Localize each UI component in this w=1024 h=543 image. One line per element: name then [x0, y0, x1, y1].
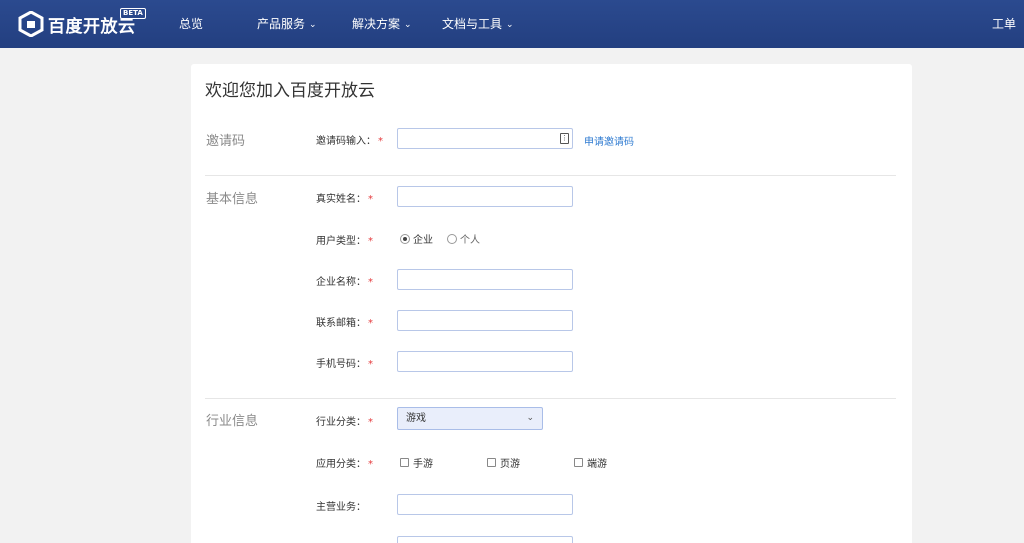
page-title: 欢迎您加入百度开放云 [205, 81, 375, 101]
required-mark: * [378, 136, 383, 147]
registration-card: 欢迎您加入百度开放云 邀请码 邀请码输入： * ⋮ 申请邀请码 基本信息 真实姓名… [191, 64, 912, 543]
logo-cube-icon [18, 11, 44, 37]
required-mark: * [368, 236, 373, 247]
section-industry-info: 行业信息 [206, 414, 259, 429]
radio-button[interactable] [400, 233, 410, 244]
user-type-personal-option[interactable]: 个人 [447, 231, 480, 246]
chevron-down-icon: ⌄ [526, 413, 534, 423]
user-type-enterprise-label: 企业 [413, 235, 433, 246]
nav-products[interactable]: 产品服务 ⌄ [257, 0, 317, 48]
company-name-input[interactable] [397, 269, 573, 290]
industry-selected-value: 游戏 [406, 413, 426, 424]
real-name-input[interactable] [397, 186, 573, 207]
company-name-label: 企业名称： * [316, 273, 373, 288]
industry-category-label-text: 行业分类： [316, 417, 366, 428]
app-category-client-game[interactable]: 端游 [574, 455, 607, 470]
user-type-enterprise-option[interactable]: 企业 [400, 231, 433, 246]
main-business-label: 主营业务： [316, 502, 366, 513]
required-mark: * [368, 359, 373, 370]
section-invite: 邀请码 [206, 134, 246, 149]
user-type-personal-label: 个人 [460, 235, 480, 246]
required-mark: * [368, 194, 373, 205]
nav-ticket[interactable]: 工单 [992, 0, 1016, 48]
required-mark: * [368, 417, 373, 428]
nav-products-label: 产品服务 [257, 17, 306, 31]
real-name-label: 真实姓名： * [316, 190, 373, 205]
app-category-mobile-game[interactable]: 手游 [400, 455, 433, 470]
required-mark: * [368, 459, 373, 470]
email-label: 联系邮箱： * [316, 314, 373, 329]
next-field-input[interactable] [397, 536, 573, 543]
company-name-label-text: 企业名称： [316, 277, 366, 288]
top-nav: 百度开放云 BETA 总览 产品服务 ⌄ 解决方案 ⌄ 文档与工具 ⌄ 工单 [0, 0, 1024, 48]
nav-docs-tools[interactable]: 文档与工具 ⌄ [442, 0, 514, 48]
radio-button[interactable] [447, 233, 457, 244]
phone-input[interactable] [397, 351, 573, 372]
app-category-web-game[interactable]: 页游 [487, 455, 520, 470]
nav-overview[interactable]: 总览 [179, 0, 203, 48]
email-input[interactable] [397, 310, 573, 331]
required-mark: * [368, 318, 373, 329]
app-category-client-game-label: 端游 [587, 459, 607, 470]
invite-code-label: 邀请码输入： * [316, 132, 383, 147]
app-category-label: 应用分类： * [316, 455, 373, 470]
nav-solutions-label: 解决方案 [352, 17, 401, 31]
email-label-text: 联系邮箱： [316, 318, 366, 329]
nav-solutions[interactable]: 解决方案 ⌄ [352, 0, 412, 48]
main-business-input[interactable] [397, 494, 573, 515]
industry-category-select[interactable]: 游戏 ⌄ [397, 407, 543, 430]
logo[interactable]: 百度开放云 BETA [18, 8, 146, 38]
phone-label: 手机号码： * [316, 355, 373, 370]
invite-code-label-text: 邀请码输入： [316, 136, 376, 147]
user-type-label: 用户类型： * [316, 232, 373, 247]
keyboard-icon[interactable]: ⋮ [560, 133, 569, 144]
industry-category-label: 行业分类： * [316, 413, 373, 428]
invite-code-input[interactable]: ⋮ [397, 128, 573, 149]
section-basic-info: 基本信息 [206, 192, 259, 207]
user-type-radio-group: 企业 个人 [400, 231, 494, 246]
phone-label-text: 手机号码： [316, 359, 366, 370]
app-category-label-text: 应用分类： [316, 459, 366, 470]
chevron-down-icon: ⌄ [506, 20, 514, 30]
checkbox[interactable] [487, 458, 496, 467]
user-type-label-text: 用户类型： [316, 236, 366, 247]
chevron-down-icon: ⌄ [309, 20, 317, 30]
required-mark: * [368, 277, 373, 288]
apply-invite-link[interactable]: 申请邀请码 [584, 133, 634, 148]
app-category-mobile-game-label: 手游 [413, 459, 433, 470]
app-category-web-game-label: 页游 [500, 459, 520, 470]
beta-badge: BETA [120, 8, 146, 19]
divider [205, 175, 896, 176]
nav-docs-tools-label: 文档与工具 [442, 17, 503, 31]
checkbox[interactable] [400, 458, 409, 467]
chevron-down-icon: ⌄ [404, 20, 412, 30]
divider [205, 398, 896, 399]
real-name-label-text: 真实姓名： [316, 194, 366, 205]
checkbox[interactable] [574, 458, 583, 467]
nav-overview-label: 总览 [179, 17, 204, 31]
